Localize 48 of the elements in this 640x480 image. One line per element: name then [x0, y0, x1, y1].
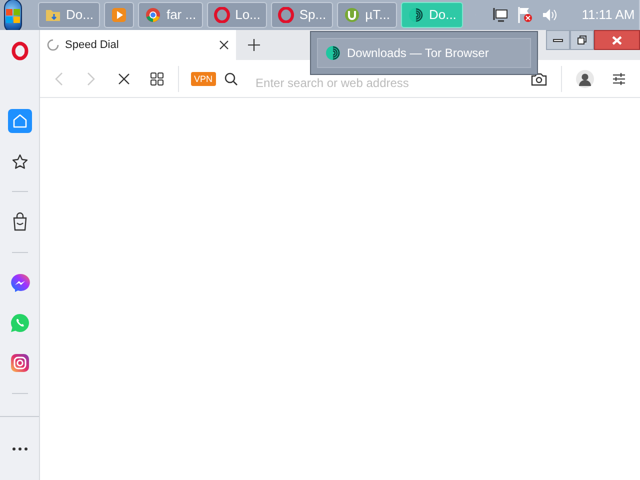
clock[interactable]: 11:11 AM [582, 5, 635, 25]
messenger-icon[interactable] [10, 273, 30, 293]
home-icon[interactable] [8, 109, 32, 133]
preview-title: Downloads — Tor Browser [347, 45, 489, 62]
search-icon [224, 72, 238, 86]
taskbar-button[interactable]: Do... [38, 2, 100, 28]
grid-icon[interactable] [150, 72, 164, 86]
close-window-button[interactable] [594, 30, 640, 50]
taskbar-button[interactable] [104, 2, 134, 28]
flag-icon[interactable] [516, 6, 534, 24]
opera-logo-icon[interactable] [10, 41, 30, 61]
loading-spinner-icon [47, 39, 59, 51]
minimize-button[interactable] [546, 30, 570, 50]
taskbar-button[interactable]: Sp... [271, 2, 334, 28]
network-icon[interactable] [492, 7, 508, 23]
restore-icon [577, 35, 587, 45]
stop-icon[interactable] [118, 72, 130, 84]
more-icon[interactable] [12, 446, 28, 450]
star-icon[interactable] [10, 153, 28, 171]
close-icon[interactable] [219, 40, 229, 50]
tor-logo-icon [408, 7, 424, 23]
taskbar-button[interactable]: µT... [337, 2, 397, 28]
opera-logo-icon [214, 7, 230, 23]
opera-logo-icon [278, 7, 294, 23]
shopping-bag-icon[interactable] [10, 212, 28, 232]
camera-icon[interactable] [531, 72, 547, 86]
instagram-icon[interactable] [10, 353, 30, 373]
address-field[interactable]: Enter search or web address [256, 74, 531, 92]
utorrent-logo-icon [344, 7, 360, 23]
restore-button[interactable] [570, 30, 594, 50]
start-button[interactable] [4, 0, 22, 33]
tab-title: Speed Dial [65, 38, 120, 53]
vpn-badge[interactable]: VPN [191, 72, 216, 86]
preview-item[interactable]: Downloads — Tor Browser [317, 38, 531, 68]
windows-logo-icon [5, 8, 21, 24]
folder-icon [45, 7, 61, 23]
settings-icon[interactable] [612, 72, 626, 86]
new-tab-icon[interactable] [248, 39, 260, 51]
profile-icon[interactable] [576, 70, 594, 88]
browser-tab[interactable]: Speed Dial [40, 30, 236, 60]
taskbar-button[interactable]: Do... [400, 2, 464, 28]
taskbar-button[interactable]: Lo... [207, 2, 268, 28]
tor-logo-icon [325, 45, 341, 61]
close-icon [612, 36, 622, 44]
browser-logo-icon [145, 7, 162, 23]
play-icon [111, 7, 128, 23]
minimize-icon [553, 38, 563, 42]
taskbar-button[interactable]: far ... [138, 2, 204, 28]
